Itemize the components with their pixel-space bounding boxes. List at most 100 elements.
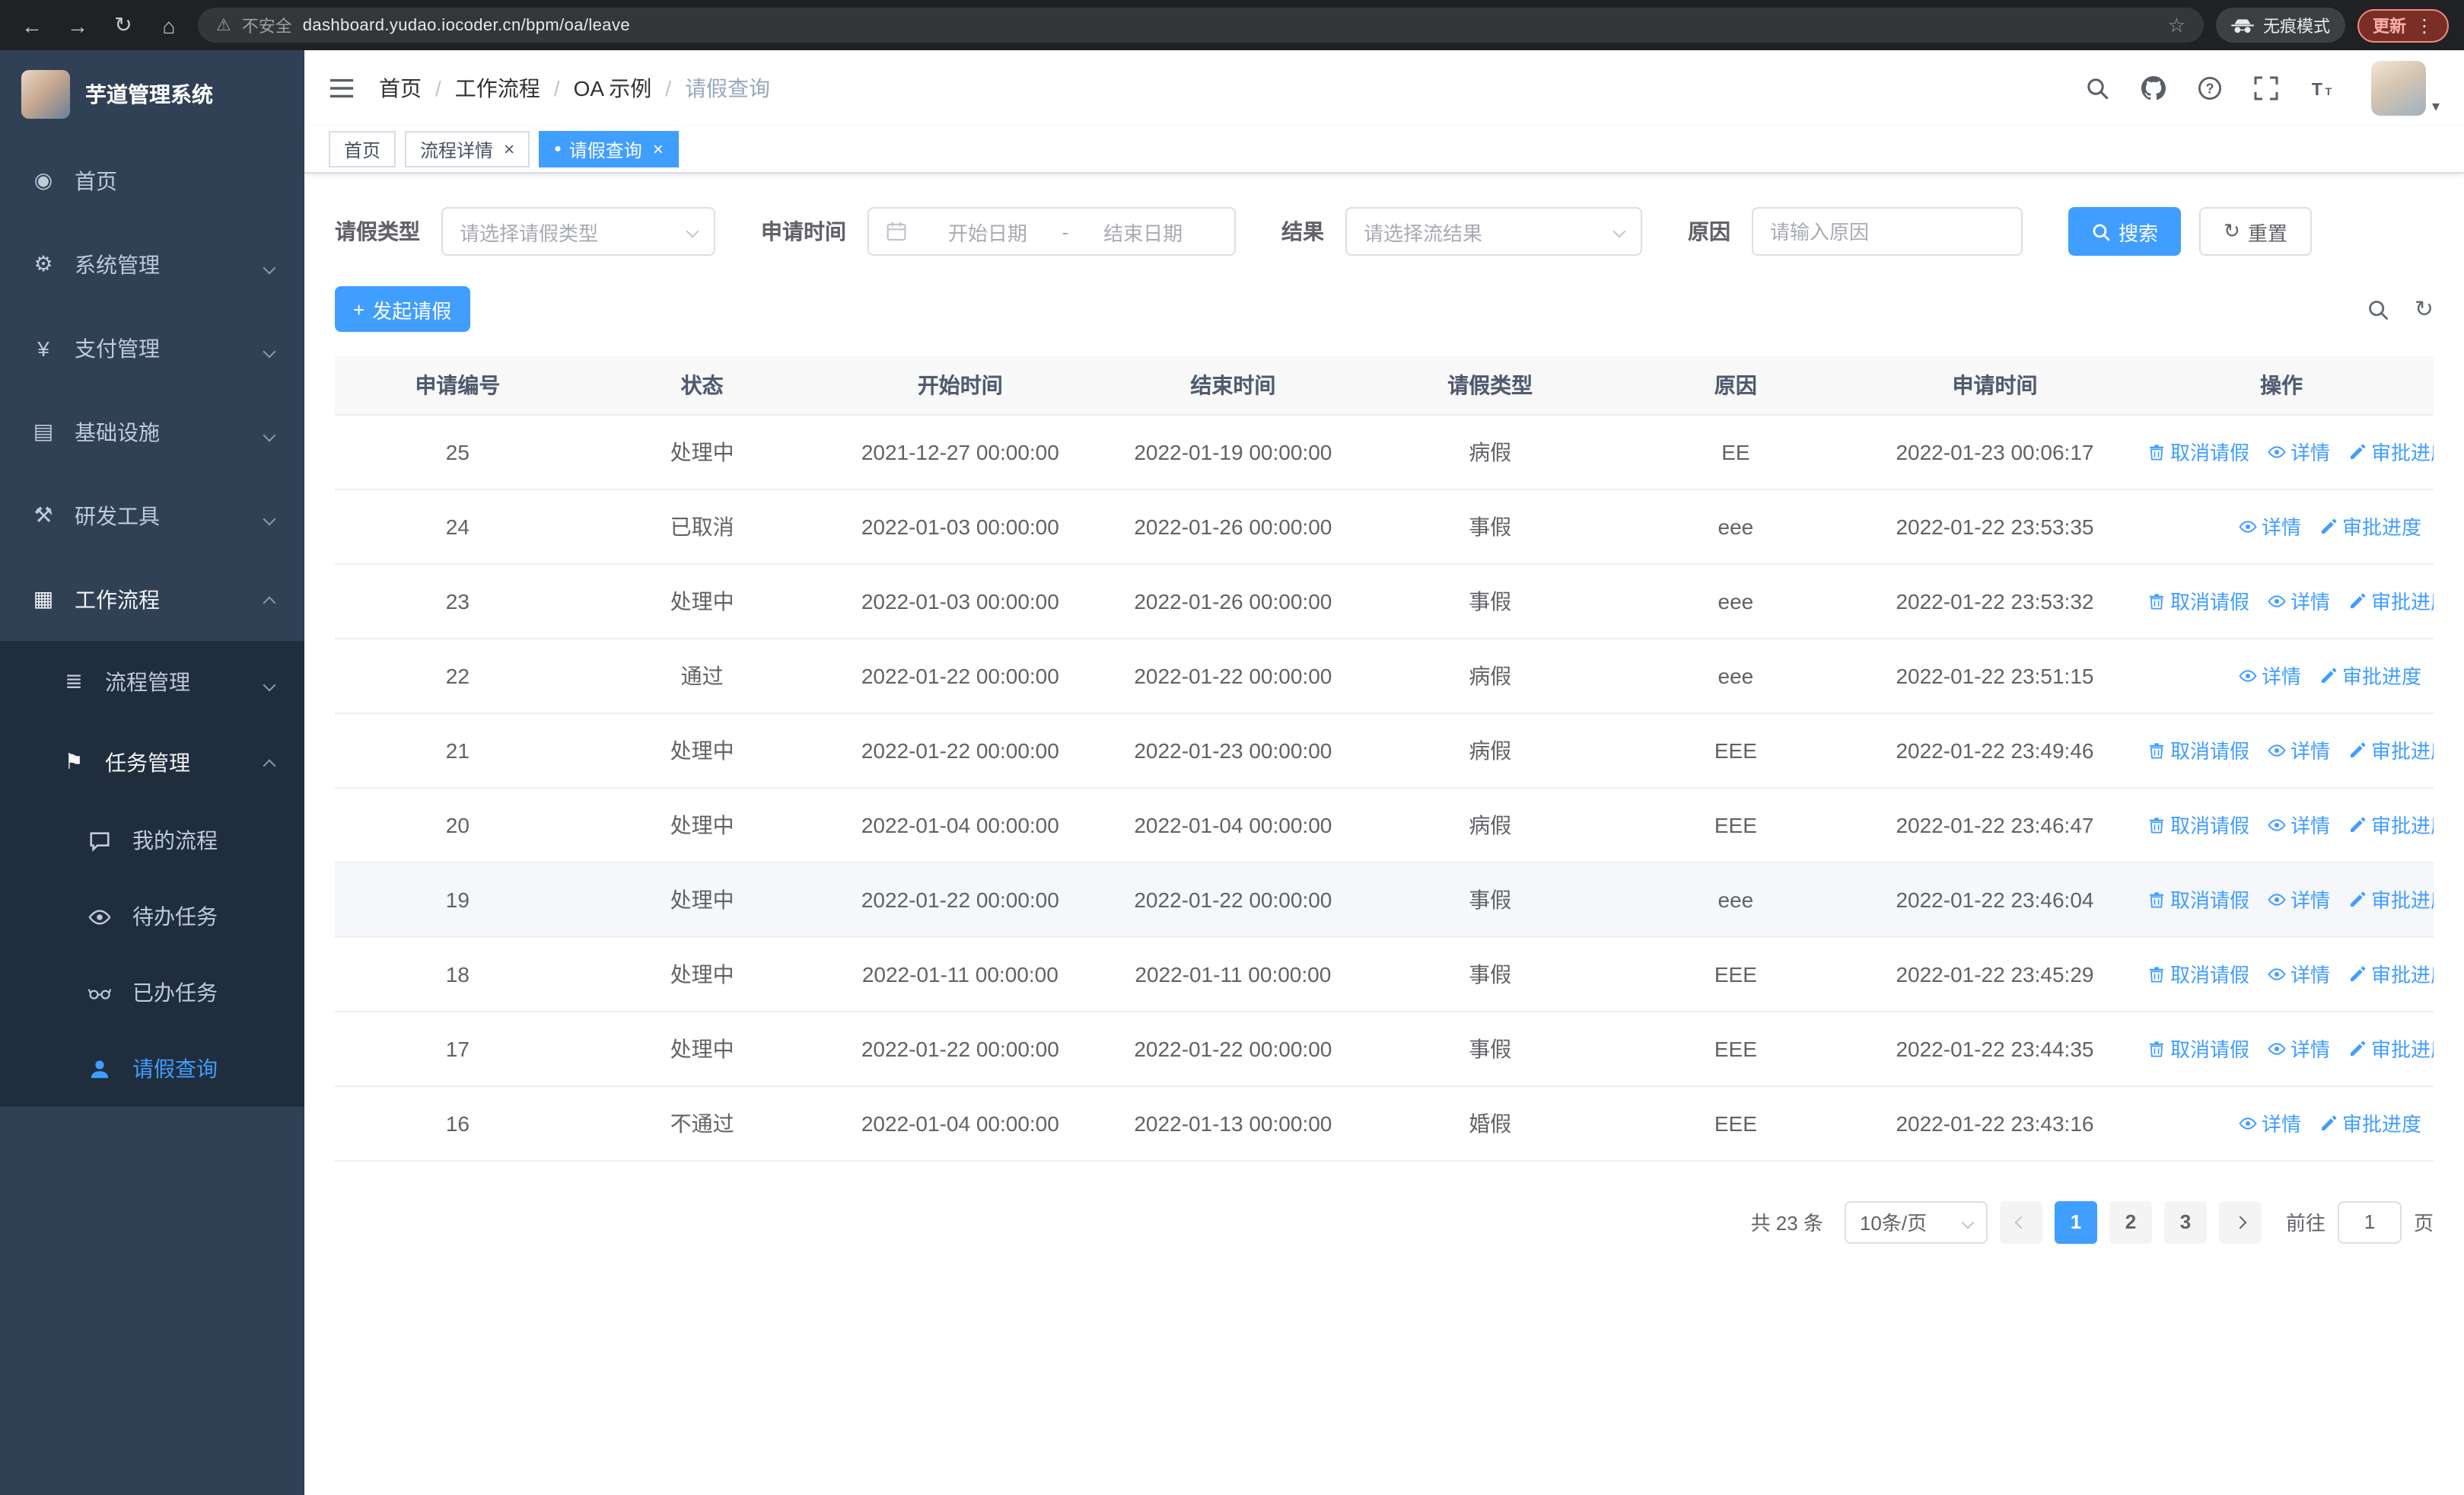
action-label: 审批进度 <box>2341 516 2421 539</box>
cancel-action-link[interactable]: 取消请假 <box>2147 810 2249 839</box>
breadcrumb-oa-example[interactable]: OA 示例 <box>574 73 686 104</box>
cancel-action-link[interactable]: 取消请假 <box>2147 959 2249 988</box>
detail-action-link[interactable]: 详情 <box>2239 661 2301 690</box>
progress-action-link[interactable]: 审批进度 <box>2319 661 2421 690</box>
detail-action-link[interactable]: 详情 <box>2239 512 2301 540</box>
user-avatar-menu[interactable]: ▾ <box>2370 61 2440 116</box>
font-size-icon[interactable]: TT <box>2309 75 2336 102</box>
close-icon[interactable]: × <box>504 140 514 158</box>
cancel-action-link[interactable]: 取消请假 <box>2147 735 2249 764</box>
tab-process-detail[interactable]: 流程详情 × <box>405 131 530 167</box>
search-icon <box>2091 222 2111 241</box>
sidebar-item-system[interactable]: ⚙ 系统管理 <box>0 222 304 306</box>
sidebar-item-leave-query[interactable]: 请假查询 <box>0 1031 304 1107</box>
sidebar-item-workflow[interactable]: ▦ 工作流程 <box>0 557 304 641</box>
progress-action-link[interactable]: 审批进度 <box>2348 1034 2434 1063</box>
page-button-1[interactable]: 1 <box>2054 1200 2097 1243</box>
search-toggle-icon[interactable] <box>2367 298 2390 320</box>
search-icon[interactable] <box>2084 75 2111 102</box>
apply-time-range-picker[interactable]: 开始日期 - 结束日期 <box>867 207 1236 256</box>
detail-action-link[interactable]: 详情 <box>2268 959 2330 988</box>
page-content: 请假类型 请选择请假类型 申请时间 开始日期 - 结束日期 结果 请选择流结果 … <box>304 174 2464 1495</box>
detail-action-link[interactable]: 详情 <box>2239 1108 2301 1137</box>
hamburger-icon[interactable] <box>329 78 355 99</box>
delete-icon <box>2147 591 2166 610</box>
cell-apply_time: 2022-01-22 23:49:46 <box>1860 712 2129 788</box>
sidebar-item-todo-tasks[interactable]: 待办任务 <box>0 878 304 955</box>
progress-action-link[interactable]: 审批进度 <box>2348 586 2434 615</box>
forward-icon[interactable]: → <box>61 8 94 42</box>
cell-end: 2022-01-22 00:00:00 <box>1097 1011 1370 1086</box>
bookmark-star-icon[interactable]: ☆ <box>2168 13 2185 37</box>
breadcrumb-home[interactable]: 首页 <box>379 73 455 104</box>
refresh-icon[interactable]: ↻ <box>2415 295 2434 323</box>
app-logo[interactable]: 芋道管理系统 <box>0 50 304 139</box>
detail-action-link[interactable]: 详情 <box>2268 586 2330 615</box>
sidebar-item-my-process[interactable]: 我的流程 <box>0 802 304 878</box>
leave-type-select[interactable]: 请选择请假类型 <box>441 207 715 256</box>
prev-page-button[interactable] <box>1999 1200 2042 1243</box>
sidebar-item-done-tasks[interactable]: 已办任务 <box>0 955 304 1031</box>
action-label: 详情 <box>2291 814 2331 837</box>
cancel-action-link[interactable]: 取消请假 <box>2147 586 2249 615</box>
progress-action-link[interactable]: 审批进度 <box>2319 512 2421 540</box>
progress-action-link[interactable]: 审批进度 <box>2348 437 2434 466</box>
page-button-3[interactable]: 3 <box>2163 1200 2207 1243</box>
breadcrumb-workflow[interactable]: 工作流程 <box>455 73 574 104</box>
col-leave-type: 请假类型 <box>1369 356 1611 415</box>
goto-page-input[interactable] <box>2337 1200 2402 1243</box>
cancel-action-link[interactable]: 取消请假 <box>2147 1034 2249 1063</box>
action-label: 详情 <box>2261 665 2301 688</box>
reason-input[interactable] <box>1752 207 2023 256</box>
sidebar-item-infra[interactable]: ▤ 基础设施 <box>0 390 304 473</box>
cell-apply_time: 2022-01-22 23:51:15 <box>1860 638 2129 713</box>
tab-home[interactable]: 首页 <box>329 131 396 167</box>
github-icon[interactable] <box>2140 75 2167 102</box>
reload-icon[interactable]: ↻ <box>107 8 140 42</box>
progress-action-link[interactable]: 审批进度 <box>2348 810 2434 839</box>
cell-apply_time: 2022-01-22 23:43:16 <box>1860 1085 2129 1161</box>
chevron-down-icon <box>1961 1215 1975 1229</box>
cancel-action-link[interactable]: 取消请假 <box>2147 885 2249 913</box>
browser-menu-icon[interactable]: ⋮ <box>2415 14 2434 36</box>
search-button[interactable]: 搜索 <box>2068 207 2182 256</box>
cell-status: 处理中 <box>580 787 824 862</box>
table-body: 25 处理中 2021-12-27 00:00:00 2022-01-19 00:00… <box>335 414 2434 1161</box>
cancel-action-link[interactable]: 取消请假 <box>2147 437 2249 466</box>
progress-action-link[interactable]: 审批进度 <box>2348 959 2434 988</box>
cell-status: 不通过 <box>580 1085 824 1161</box>
next-page-button[interactable] <box>2218 1200 2262 1243</box>
help-icon[interactable]: ? <box>2196 75 2224 102</box>
cell-actions: 详情 审批进度 <box>2128 489 2434 564</box>
chevron-down-icon: ▾ <box>2431 99 2440 116</box>
reset-button[interactable]: ↻ 重置 <box>2199 207 2312 256</box>
result-select[interactable]: 请选择流结果 <box>1345 207 1642 256</box>
progress-action-link[interactable]: 审批进度 <box>2319 1108 2421 1137</box>
sidebar-item-home[interactable]: ◉ 首页 <box>0 139 304 222</box>
close-icon[interactable]: × <box>653 140 664 158</box>
detail-action-link[interactable]: 详情 <box>2268 885 2330 913</box>
back-icon[interactable]: ← <box>15 8 49 42</box>
detail-action-link[interactable]: 详情 <box>2268 735 2330 764</box>
sidebar-item-process-mgmt[interactable]: ≣ 流程管理 <box>0 641 304 722</box>
progress-action-link[interactable]: 审批进度 <box>2348 735 2434 764</box>
chevron-down-icon <box>263 503 276 528</box>
update-button[interactable]: 更新 ⋮ <box>2357 8 2449 42</box>
tab-leave-query[interactable]: ● 请假查询 × <box>539 131 679 167</box>
home-icon[interactable]: ⌂ <box>152 8 186 42</box>
page-size-select[interactable]: 10条/页 <box>1844 1200 1988 1243</box>
security-label[interactable]: 不安全 <box>242 13 292 37</box>
detail-action-link[interactable]: 详情 <box>2268 437 2330 466</box>
fullscreen-icon[interactable] <box>2252 75 2280 102</box>
detail-action-link[interactable]: 详情 <box>2268 1034 2330 1063</box>
page-button-2[interactable]: 2 <box>2109 1200 2152 1243</box>
sidebar-item-task-mgmt[interactable]: ⚑ 任务管理 <box>0 722 304 802</box>
url-bar[interactable]: ⚠ 不安全 dashboard.yudao.iocoder.cn/bpm/oa/… <box>198 8 2204 43</box>
create-leave-button[interactable]: + 发起请假 <box>335 286 470 332</box>
cell-apply_time: 2022-01-22 23:44:35 <box>1860 1011 2129 1086</box>
sidebar-item-devtools[interactable]: ⚒ 研发工具 <box>0 473 304 557</box>
breadcrumb: 首页 工作流程 OA 示例 请假查询 <box>379 73 770 104</box>
sidebar-item-payment[interactable]: ¥ 支付管理 <box>0 306 304 390</box>
detail-action-link[interactable]: 详情 <box>2268 810 2330 839</box>
progress-action-link[interactable]: 审批进度 <box>2348 885 2434 913</box>
